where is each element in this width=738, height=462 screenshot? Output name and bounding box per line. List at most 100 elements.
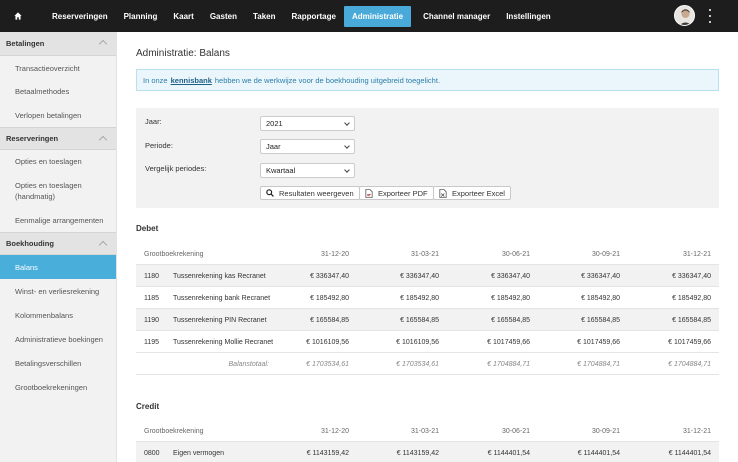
sidebar-section-label: Betalingen	[6, 39, 45, 48]
account-code: 1180	[144, 272, 160, 280]
amount-cell: € 336347,40	[400, 272, 439, 280]
sidebar-section-reserveringen[interactable]: Reserveringen	[0, 127, 116, 150]
amount-cell: € 1143159,42	[396, 449, 439, 457]
resultaten-weergeven-button[interactable]: Resultaten weergeven	[260, 186, 360, 200]
button-label: Exporteer Excel	[452, 188, 505, 198]
amount-cell: € 1017459,66	[487, 338, 530, 346]
chevron-down-icon	[344, 167, 350, 173]
nav-kaart[interactable]: Kaart	[165, 0, 201, 32]
home-icon	[14, 12, 22, 20]
nav-instellingen[interactable]: Instellingen	[498, 0, 558, 32]
periode-select[interactable]: Jaar	[260, 139, 355, 154]
total-cell: € 1703534,61	[306, 360, 349, 368]
amount-cell: € 165584,85	[310, 316, 349, 324]
sidebar-item-administratieve-boekingen[interactable]: Administratieve boekingen	[0, 327, 116, 351]
column-header: Grootboekrekening	[144, 427, 204, 435]
jaar-select[interactable]: 2021	[260, 116, 355, 131]
account-code: 0800	[144, 449, 160, 457]
chevron-up-icon	[98, 240, 108, 250]
amount-cell: € 1016109,56	[396, 338, 439, 346]
column-header: 31-12-20	[320, 427, 349, 435]
main-content: Administratie: Balans In onze kennisbank…	[117, 32, 738, 462]
home-button[interactable]	[0, 0, 36, 32]
user-avatar[interactable]	[674, 5, 695, 26]
avatar-image	[675, 6, 694, 25]
sidebar-item-kolommenbalans[interactable]: Kolommenbalans	[0, 303, 116, 327]
credit-table: Grootboekrekening 31-12-20 31-03-21 30-0…	[136, 420, 719, 462]
debet-table: Grootboekrekening 31-12-20 31-03-21 30-0…	[136, 243, 719, 375]
vergelijk-value: Kwartaal	[266, 166, 296, 175]
amount-cell: € 1144401,54	[577, 449, 620, 457]
sidebar-item-opties-toeslagen-handmatig[interactable]: Opties en toeslagen (handmatig)	[0, 173, 116, 208]
account-name: Tussenrekening PIN Recranet	[173, 316, 267, 324]
amount-cell: € 185492,80	[672, 294, 711, 302]
sidebar-section-boekhouding[interactable]: Boekhouding	[0, 232, 116, 255]
sidebar-item-opties-toeslagen[interactable]: Opties en toeslagen	[0, 150, 116, 173]
nav-rapportage[interactable]: Rapportage	[283, 0, 343, 32]
info-text: hebben we de werkwijze voor de boekhoudi…	[214, 75, 441, 85]
info-banner: In onze kennisbank hebben we de werkwijz…	[136, 69, 719, 91]
nav-channel-manager[interactable]: Channel manager	[415, 0, 498, 32]
vergelijk-label: Vergelijk periodes:	[145, 164, 207, 173]
amount-cell: € 1017459,66	[577, 338, 620, 346]
page-title: Administratie: Balans	[136, 48, 230, 59]
sidebar-item-grootboekrekeningen[interactable]: Grootboekrekeningen	[0, 375, 116, 399]
table-row: 0800 Eigen vermogen € 1143159,42 € 11431…	[136, 442, 719, 462]
sidebar-item-betalingsverschillen[interactable]: Betalingsverschillen	[0, 351, 116, 375]
sidebar-item-transactieoverzicht[interactable]: Transactieoverzicht	[0, 56, 116, 80]
jaar-label: Jaar:	[145, 117, 162, 126]
kebab-menu-icon[interactable]	[706, 9, 714, 23]
amount-cell: € 165584,85	[400, 316, 439, 324]
table-row: 1185 Tussenrekening bank Recranet € 1854…	[136, 287, 719, 309]
nav-taken[interactable]: Taken	[245, 0, 284, 32]
amount-cell: € 1143159,42	[306, 449, 349, 457]
column-header: 31-12-20	[320, 250, 349, 258]
column-header: 30-09-21	[591, 250, 620, 258]
button-label: Exporteer PDF	[378, 188, 428, 198]
button-label: Resultaten weergeven	[279, 188, 354, 198]
total-cell: € 1704884,71	[577, 360, 620, 368]
sidebar-section-label: Reserveringen	[6, 134, 59, 143]
amount-cell: € 1144401,54	[668, 449, 711, 457]
nav-reserveringen[interactable]: Reserveringen	[44, 0, 116, 32]
sidebar: Betalingen Transactieoverzicht Betaalmet…	[0, 32, 117, 462]
account-code: 1185	[144, 294, 160, 302]
amount-cell: € 336347,40	[310, 272, 349, 280]
amount-cell: € 1144401,54	[487, 449, 530, 457]
column-header: 31-03-21	[410, 427, 439, 435]
sidebar-item-balans[interactable]: Balans	[0, 255, 116, 279]
filter-panel: Jaar: 2021 Periode: Jaar Vergelijk perio…	[136, 108, 719, 208]
amount-cell: € 185492,80	[310, 294, 349, 302]
column-header: 30-06-21	[501, 250, 530, 258]
account-name: Tussenrekening kas Recranet	[173, 272, 266, 280]
sidebar-item-label: (handmatig)	[15, 191, 56, 201]
table-row: 1190 Tussenrekening PIN Recranet € 16558…	[136, 309, 719, 331]
vergelijk-select[interactable]: Kwartaal	[260, 163, 355, 178]
sidebar-item-winst-verliesrekening[interactable]: Winst- en verliesrekening	[0, 279, 116, 303]
column-header: 31-12-21	[682, 250, 711, 258]
nav-administratie[interactable]: Administratie	[343, 5, 412, 27]
amount-cell: € 336347,40	[491, 272, 530, 280]
amount-cell: € 1016109,56	[306, 338, 349, 346]
exporteer-pdf-button[interactable]: Exporteer PDF	[359, 186, 434, 200]
account-code: 1190	[144, 316, 160, 324]
exporteer-excel-button[interactable]: Exporteer Excel	[433, 186, 511, 200]
jaar-value: 2021	[266, 119, 283, 128]
sidebar-section-label: Boekhouding	[6, 239, 54, 248]
column-header: 30-06-21	[501, 427, 530, 435]
amount-cell: € 336347,40	[672, 272, 711, 280]
sidebar-item-verlopen-betalingen[interactable]: Verlopen betalingen	[0, 103, 116, 127]
chevron-down-icon	[344, 143, 350, 149]
nav-gasten[interactable]: Gasten	[202, 0, 245, 32]
account-name: Eigen vermogen	[173, 449, 224, 457]
nav-planning[interactable]: Planning	[116, 0, 166, 32]
kennisbank-link[interactable]: kennisbank	[171, 76, 212, 85]
amount-cell: € 1017459,66	[668, 338, 711, 346]
sidebar-item-eenmalige-arrangementen[interactable]: Eenmalige arrangementen	[0, 208, 116, 232]
total-cell: € 1704884,71	[668, 360, 711, 368]
amount-cell: € 165584,85	[581, 316, 620, 324]
account-name: Tussenrekening Mollie Recranet	[173, 338, 274, 346]
sidebar-item-betaalmethodes[interactable]: Betaalmethodes	[0, 80, 116, 103]
table-header-row: Grootboekrekening 31-12-20 31-03-21 30-0…	[136, 420, 719, 442]
sidebar-section-betalingen[interactable]: Betalingen	[0, 32, 116, 56]
